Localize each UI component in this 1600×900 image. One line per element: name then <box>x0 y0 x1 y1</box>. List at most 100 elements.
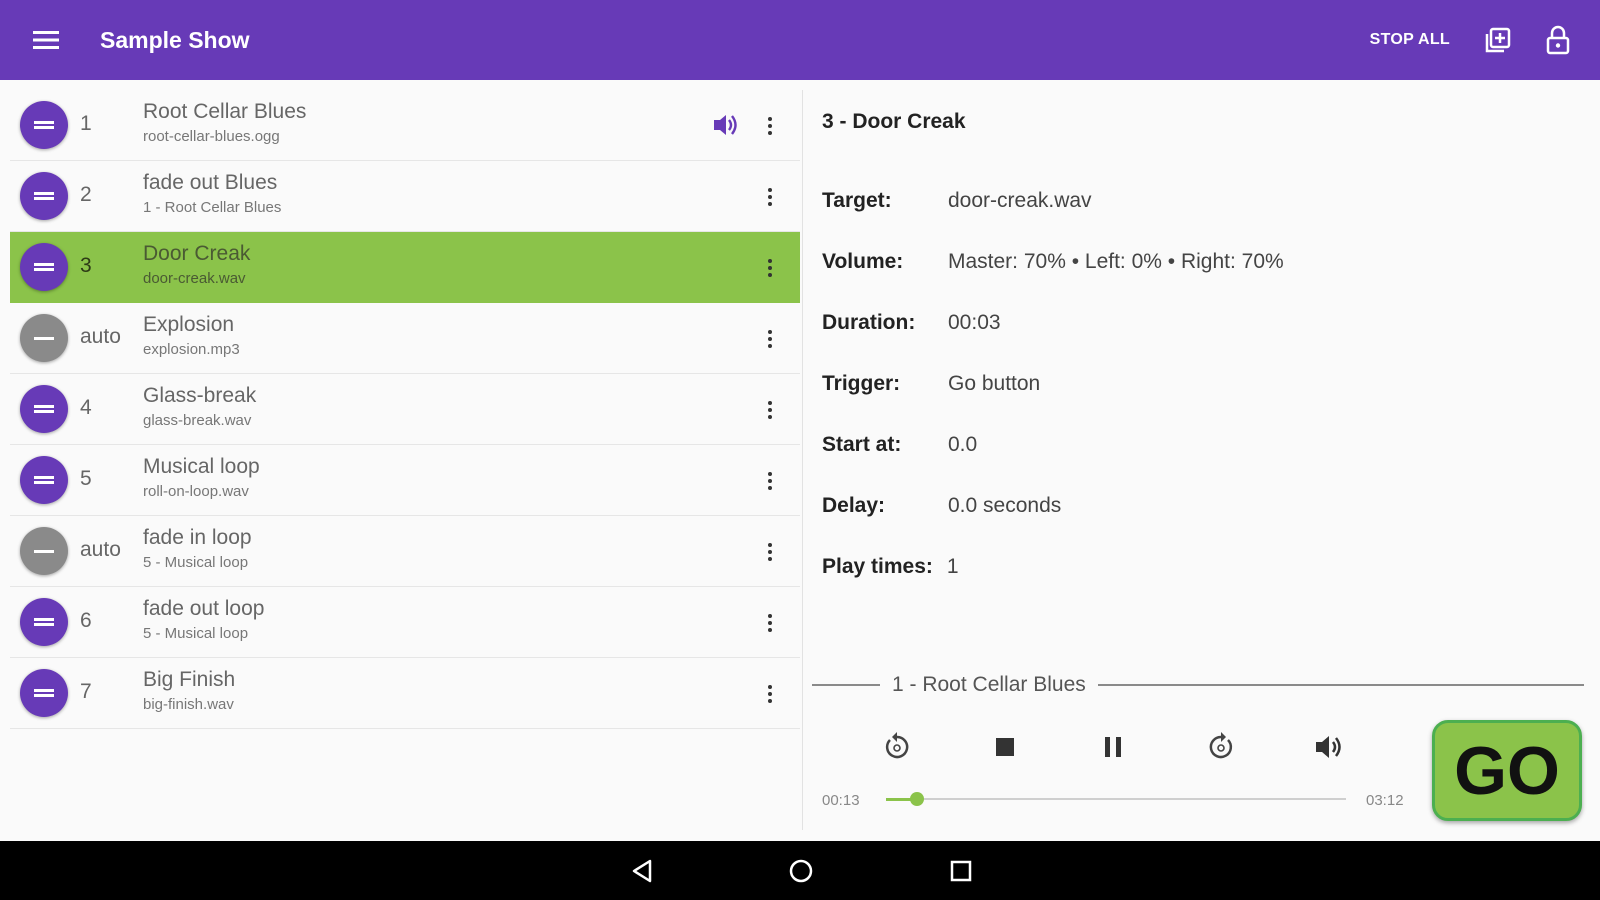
transport-controls <box>860 722 1420 772</box>
stop-icon[interactable] <box>980 722 1030 772</box>
volume-icon[interactable] <box>1304 722 1354 772</box>
cue-number: 5 <box>80 467 92 490</box>
more-options-icon[interactable] <box>758 321 782 357</box>
cue-details: 3 - Door Creak Target: door-creak.wav Volu… <box>822 110 1582 597</box>
home-icon[interactable] <box>781 851 821 891</box>
more-options-icon[interactable] <box>758 534 782 570</box>
recents-icon[interactable] <box>941 851 981 891</box>
back-icon[interactable] <box>622 851 662 891</box>
detail-row: Play times: 1 <box>822 536 1582 597</box>
cue-subtitle: explosion.mp3 <box>143 341 240 358</box>
cue-title: fade out Blues <box>143 171 278 194</box>
add-to-library-icon[interactable] <box>1476 18 1520 62</box>
cue-number: 7 <box>80 680 92 703</box>
seek-bar-thumb[interactable] <box>910 792 925 806</box>
cue-drag-handle-icon[interactable] <box>20 598 68 646</box>
cue-row[interactable]: 4 Glass-break glass-break.wav <box>10 374 800 445</box>
cue-title: fade in loop <box>143 526 252 549</box>
detail-row: Trigger: Go button <box>822 353 1582 414</box>
total-time: 03:12 <box>1366 792 1404 809</box>
cue-title: Root Cellar Blues <box>143 100 307 123</box>
cue-number: auto <box>80 325 121 348</box>
detail-title: 3 - Door Creak <box>822 110 966 133</box>
forward-10-icon[interactable] <box>1196 722 1246 772</box>
cue-title: Musical loop <box>143 455 260 478</box>
app-title: Sample Show <box>100 26 250 53</box>
cue-title: Glass-break <box>143 384 257 407</box>
detail-label: Duration: <box>822 310 916 334</box>
detail-value: 0.0 <box>948 432 978 456</box>
cue-title: Door Creak <box>143 242 251 265</box>
detail-label: Play times: <box>822 554 933 578</box>
playing-speaker-icon[interactable] <box>712 112 740 143</box>
cue-drag-handle-icon[interactable] <box>20 314 68 362</box>
detail-label: Target: <box>822 188 892 212</box>
cue-subtitle: glass-break.wav <box>143 412 252 429</box>
detail-label: Start at: <box>822 432 902 456</box>
cue-drag-handle-icon[interactable] <box>20 669 68 717</box>
detail-value: 1 <box>946 554 959 578</box>
hamburger-menu-icon[interactable] <box>24 18 68 62</box>
seek-bar[interactable] <box>886 792 1346 806</box>
cue-number: auto <box>80 538 121 561</box>
cue-drag-handle-icon[interactable] <box>20 527 68 575</box>
cue-row[interactable]: 5 Musical loop roll-on-loop.wav <box>10 445 800 516</box>
cue-subtitle: 1 - Root Cellar Blues <box>143 199 282 216</box>
stop-all-button[interactable]: STOP ALL <box>1370 31 1450 49</box>
cue-row[interactable]: auto Explosion explosion.mp3 <box>10 303 800 374</box>
cue-list: 1 Root Cellar Blues root-cellar-blues.ogg 2… <box>10 90 800 729</box>
cue-drag-handle-icon[interactable] <box>20 243 68 291</box>
detail-value: Go button <box>948 371 1041 395</box>
rewind-10-icon[interactable] <box>872 722 922 772</box>
cue-row[interactable]: 1 Root Cellar Blues root-cellar-blues.ogg <box>10 90 800 161</box>
cue-row[interactable]: 3 Door Creak door-creak.wav <box>10 232 800 303</box>
cue-subtitle: 5 - Musical loop <box>143 625 249 642</box>
cue-title: Explosion <box>143 313 235 336</box>
divider-line <box>1097 684 1584 686</box>
cue-number: 1 <box>80 112 92 135</box>
divider-line <box>812 684 880 686</box>
cue-number: 2 <box>80 183 92 206</box>
cue-drag-handle-icon[interactable] <box>20 456 68 504</box>
detail-row: Target: door-creak.wav <box>822 170 1582 231</box>
cue-drag-handle-icon[interactable] <box>20 101 68 149</box>
more-options-icon[interactable] <box>758 108 782 144</box>
now-playing-header: 1 - Root Cellar Blues <box>812 670 1584 700</box>
detail-value: 0.0 seconds <box>948 493 1062 517</box>
cue-number: 6 <box>80 609 92 632</box>
more-options-icon[interactable] <box>758 250 782 286</box>
detail-label: Delay: <box>822 493 886 517</box>
more-options-icon[interactable] <box>758 676 782 712</box>
cue-number: 4 <box>80 396 92 419</box>
cue-subtitle: root-cellar-blues.ogg <box>143 128 280 145</box>
cue-subtitle: 5 - Musical loop <box>143 554 249 571</box>
go-button[interactable]: GO <box>1432 720 1582 821</box>
system-nav-bar <box>0 841 1600 900</box>
more-options-icon[interactable] <box>758 179 782 215</box>
cue-row[interactable]: 6 fade out loop 5 - Musical loop <box>10 587 800 658</box>
cue-subtitle: door-creak.wav <box>143 270 246 287</box>
cue-drag-handle-icon[interactable] <box>20 385 68 433</box>
cue-subtitle: roll-on-loop.wav <box>143 483 249 500</box>
elapsed-time: 00:13 <box>822 792 860 809</box>
detail-row: Start at: 0.0 <box>822 414 1582 475</box>
more-options-icon[interactable] <box>758 392 782 428</box>
detail-value: 00:03 <box>948 310 1001 334</box>
more-options-icon[interactable] <box>758 463 782 499</box>
cue-row[interactable]: 2 fade out Blues 1 - Root Cellar Blues <box>10 161 800 232</box>
app-bar: Sample Show STOP ALL <box>0 0 1600 80</box>
lock-icon[interactable] <box>1536 18 1580 62</box>
detail-label: Trigger: <box>822 371 901 395</box>
detail-row: Duration: 00:03 <box>822 292 1582 353</box>
cue-row[interactable]: 7 Big Finish big-finish.wav <box>10 658 800 729</box>
detail-label: Volume: <box>822 249 904 273</box>
cue-subtitle: big-finish.wav <box>143 696 234 713</box>
detail-value: Master: 70% • Left: 0% • Right: 70% <box>948 249 1284 273</box>
more-options-icon[interactable] <box>758 605 782 641</box>
now-playing-label: 1 - Root Cellar Blues <box>892 673 1086 696</box>
cue-title: Big Finish <box>143 668 236 691</box>
cue-row[interactable]: auto fade in loop 5 - Musical loop <box>10 516 800 587</box>
detail-row: Volume: Master: 70% • Left: 0% • Right: 7… <box>822 231 1582 292</box>
cue-drag-handle-icon[interactable] <box>20 172 68 220</box>
pause-icon[interactable] <box>1088 722 1138 772</box>
